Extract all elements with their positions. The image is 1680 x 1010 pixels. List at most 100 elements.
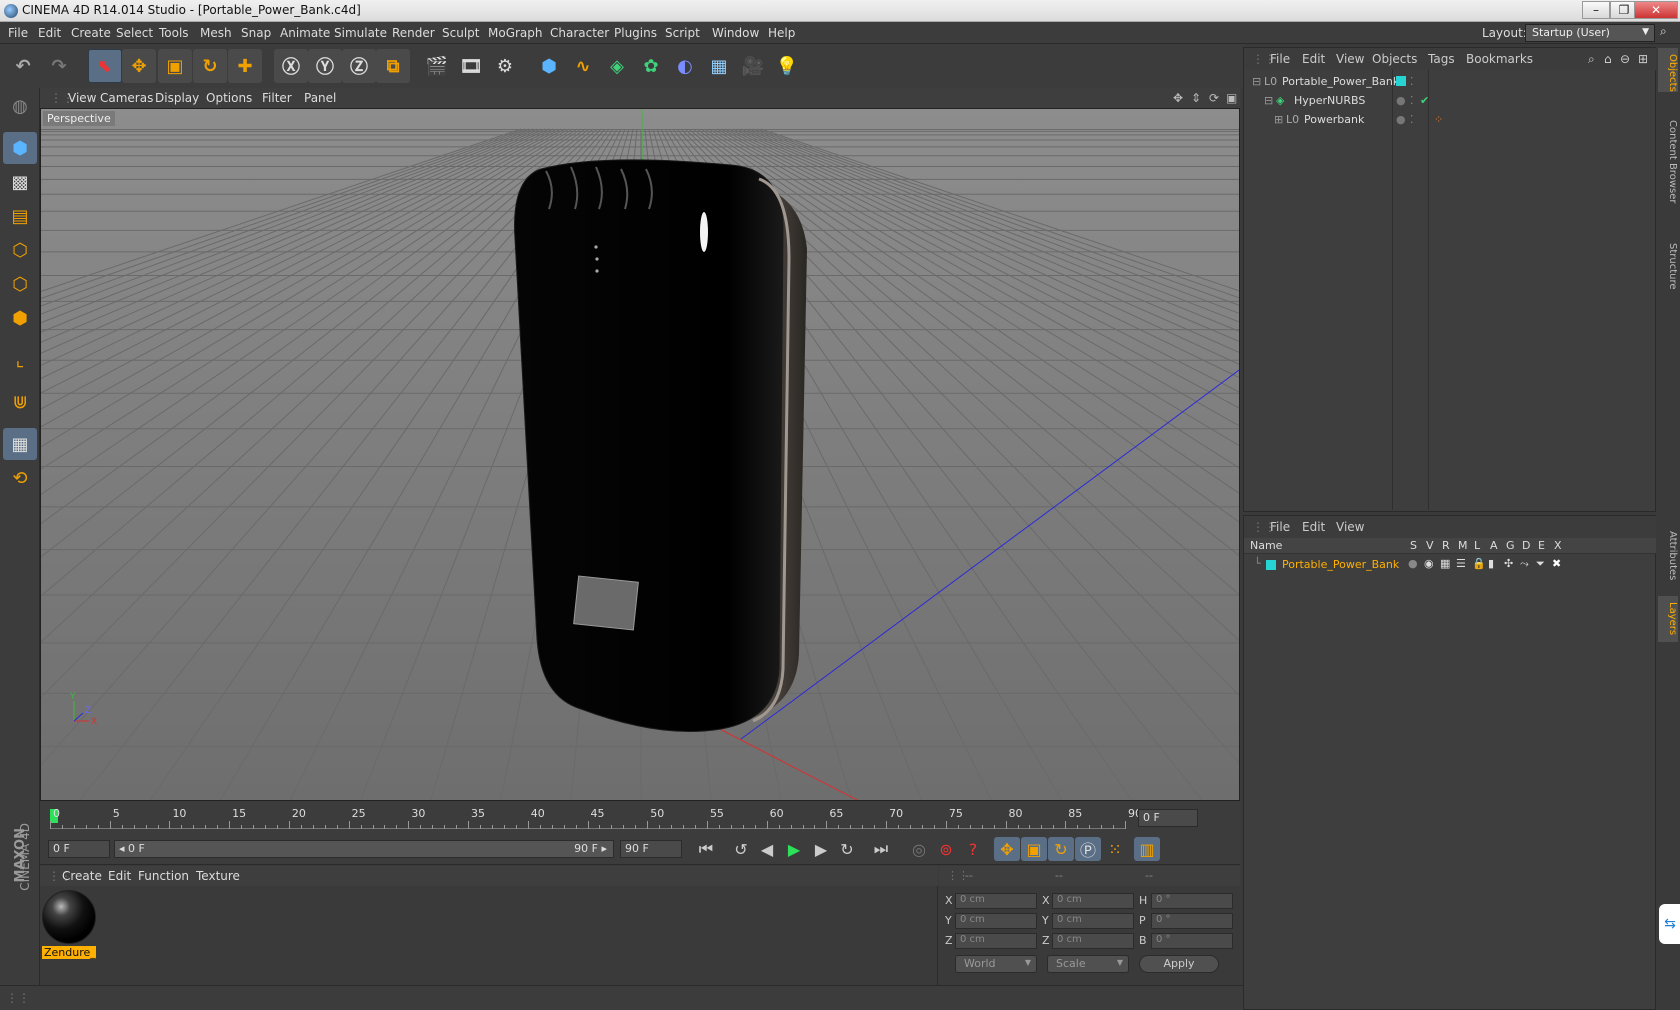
- home-icon[interactable]: ⌂: [1604, 52, 1612, 66]
- position-z-field[interactable]: 0 cm: [955, 933, 1037, 949]
- camera-icon[interactable]: 🎥: [736, 49, 770, 83]
- coordinate-system-icon[interactable]: ⧉: [376, 49, 410, 83]
- undo-icon[interactable]: ↶: [6, 49, 40, 83]
- tab-attributes[interactable]: Attributes: [1658, 520, 1678, 592]
- texture-mode-icon[interactable]: ▩: [3, 166, 37, 198]
- key-parameter-icon[interactable]: Ⓟ: [1075, 837, 1101, 861]
- objects-menu-objects[interactable]: Objects: [1372, 52, 1417, 66]
- redo-icon[interactable]: ↷: [42, 49, 76, 83]
- objects-menu-file[interactable]: File: [1270, 52, 1290, 66]
- menu-render[interactable]: Render: [392, 26, 435, 40]
- array-icon[interactable]: ✿: [634, 49, 668, 83]
- autokey-icon[interactable]: ⊚: [933, 837, 959, 861]
- go-to-start-icon[interactable]: ⏮: [693, 837, 719, 861]
- snap-magnet-icon[interactable]: ⋓: [3, 386, 37, 418]
- teamviewer-icon[interactable]: ⇆: [1659, 904, 1680, 944]
- material-tag-icon[interactable]: ⁘: [1434, 113, 1443, 126]
- timeline-ruler[interactable]: 0 5 10 15 20 25 30 35 40 45 50 55 60 65 70 75 80 85 90 0 F: [40, 801, 1240, 833]
- create-add-icon[interactable]: ✚: [228, 49, 262, 83]
- menu-plugins[interactable]: Plugins: [614, 26, 657, 40]
- cube-primitive-icon[interactable]: ⬢: [532, 49, 566, 83]
- column-render[interactable]: R: [1442, 539, 1450, 552]
- objects-menu-bookmarks[interactable]: Bookmarks: [1466, 52, 1533, 66]
- material-menu-function[interactable]: Function: [138, 869, 189, 883]
- expressions-toggle-icon[interactable]: ⏷: [1536, 557, 1545, 571]
- viewport-menu-panel[interactable]: Panel: [304, 91, 336, 105]
- frame-range-slider[interactable]: ◂ 0 F 90 F ▸: [114, 840, 614, 858]
- column-manager[interactable]: M: [1458, 539, 1468, 552]
- key-scale-icon[interactable]: ▣: [1021, 837, 1047, 861]
- menu-animate[interactable]: Animate: [280, 26, 330, 40]
- move-icon[interactable]: ✥: [122, 49, 156, 83]
- object-row[interactable]: ⊟ L0 Portable_Power_Bank ⁚: [1244, 72, 1657, 91]
- rotation-b-field[interactable]: 0 °: [1151, 933, 1233, 949]
- deformer-icon[interactable]: ◐: [668, 49, 702, 83]
- column-name[interactable]: Name: [1250, 539, 1282, 552]
- timeline-window-icon[interactable]: ▥: [1134, 837, 1160, 861]
- axis-mode-icon[interactable]: ⌞: [3, 344, 37, 376]
- link-icon[interactable]: ⊖: [1620, 52, 1630, 66]
- previous-key-icon[interactable]: ↺: [728, 837, 754, 861]
- layers-menu-view[interactable]: View: [1336, 520, 1364, 534]
- column-expressions[interactable]: E: [1538, 539, 1545, 552]
- make-editable-icon[interactable]: ◍: [3, 90, 37, 122]
- layer-color-swatch[interactable]: [1266, 560, 1276, 570]
- objects-menu-view[interactable]: View: [1336, 52, 1364, 66]
- enabled-check-icon[interactable]: ✔: [1420, 94, 1429, 107]
- solo-toggle-icon[interactable]: ●: [1408, 557, 1418, 570]
- play-icon[interactable]: ▶: [781, 837, 807, 861]
- next-key-icon[interactable]: ↻: [834, 837, 860, 861]
- position-x-field[interactable]: 0 cm: [955, 893, 1037, 909]
- menu-create[interactable]: Create: [71, 26, 111, 40]
- layer-name[interactable]: Portable_Power_Bank: [1282, 558, 1399, 571]
- manager-toggle-icon[interactable]: ☰: [1456, 557, 1466, 570]
- record-keys-icon[interactable]: ◎: [906, 837, 932, 861]
- deformers-toggle-icon[interactable]: ⤳: [1520, 557, 1529, 571]
- render-toggle-icon[interactable]: ▦: [1440, 557, 1450, 570]
- menu-simulate[interactable]: Simulate: [334, 26, 387, 40]
- material-swatch[interactable]: Zendure_A: [42, 890, 96, 964]
- layers-menu-edit[interactable]: Edit: [1302, 520, 1325, 534]
- viewport-menu-cameras[interactable]: Cameras: [100, 91, 153, 105]
- material-menu-edit[interactable]: Edit: [108, 869, 131, 883]
- collapse-icon[interactable]: ⊟: [1252, 75, 1261, 88]
- menu-mesh[interactable]: Mesh: [200, 26, 232, 40]
- layers-menu-file[interactable]: File: [1270, 520, 1290, 534]
- render-settings-icon[interactable]: ⚙: [488, 49, 522, 83]
- rotation-p-field[interactable]: 0 °: [1151, 913, 1233, 929]
- rotation-h-field[interactable]: 0 °: [1151, 893, 1233, 909]
- column-generators[interactable]: G: [1506, 539, 1515, 552]
- menu-edit[interactable]: Edit: [38, 26, 61, 40]
- viewport-menu-filter[interactable]: Filter: [262, 91, 292, 105]
- viewport-toggle-icon[interactable]: ▣: [1226, 91, 1237, 105]
- tab-objects[interactable]: Objects: [1658, 48, 1678, 92]
- viewport-move-icon[interactable]: ✥: [1173, 91, 1183, 105]
- object-row[interactable]: ⊞ L0 Powerbank ● ⁚ ⁘: [1244, 110, 1657, 129]
- lock-toggle-icon[interactable]: 🔒: [1472, 557, 1486, 570]
- menu-mograph[interactable]: MoGraph: [488, 26, 543, 40]
- tab-content-browser[interactable]: Content Browser: [1658, 96, 1678, 228]
- menu-window[interactable]: Window: [712, 26, 759, 40]
- view-toggle-icon[interactable]: ◉: [1424, 557, 1434, 570]
- scale-icon[interactable]: ▣: [158, 49, 192, 83]
- animation-toggle-icon[interactable]: ▮: [1488, 557, 1494, 570]
- polygons-mode-icon[interactable]: ⬢: [3, 302, 37, 334]
- 3d-viewport[interactable]: Y X Z Perspective: [40, 108, 1240, 801]
- end-frame-field[interactable]: 90 F: [620, 840, 682, 858]
- live-select-icon[interactable]: ⬉: [88, 49, 122, 83]
- size-y-field[interactable]: 0 cm: [1052, 913, 1134, 929]
- floor-icon[interactable]: ▦: [702, 49, 736, 83]
- search-icon[interactable]: ⌕: [1660, 24, 1667, 39]
- y-axis-lock-icon[interactable]: Ⓨ: [308, 49, 342, 83]
- layout-select[interactable]: Startup (User) ▼: [1525, 24, 1655, 42]
- scale-select[interactable]: Scale ▼: [1047, 955, 1129, 973]
- locked-workplane-icon[interactable]: ⟲: [3, 462, 37, 494]
- key-rotation-icon[interactable]: ↻: [1048, 837, 1074, 861]
- menu-tools[interactable]: Tools: [159, 26, 189, 40]
- collapse-icon[interactable]: ⊟: [1264, 94, 1273, 107]
- object-name[interactable]: Powerbank: [1304, 113, 1364, 126]
- close-button[interactable]: ✕: [1634, 1, 1678, 19]
- objects-menu-edit[interactable]: Edit: [1302, 52, 1325, 66]
- edges-mode-icon[interactable]: ⬡: [3, 268, 37, 300]
- world-select[interactable]: World ▼: [955, 955, 1037, 973]
